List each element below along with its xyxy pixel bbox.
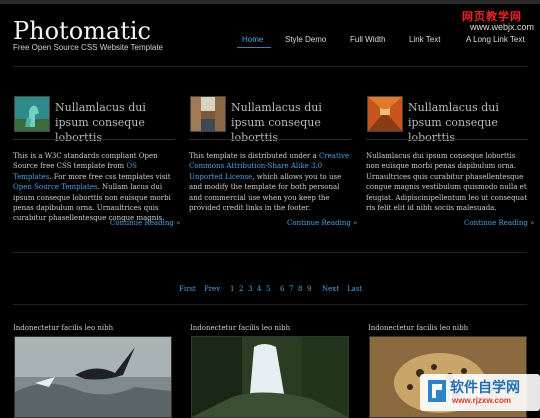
nav-item-long-link-text[interactable]: A Long Link Text: [466, 35, 525, 44]
gallery-image-waterfall[interactable]: [191, 336, 349, 418]
statue-image-icon: [15, 97, 49, 131]
open-source-templates-link[interactable]: Open Source Templates: [13, 183, 98, 191]
post-divider: [366, 139, 528, 140]
bird-photo-icon: [15, 337, 171, 417]
continue-reading-link[interactable]: Continue Reading »: [110, 219, 180, 227]
header-divider: [13, 66, 527, 67]
pagination-divider: [13, 304, 527, 305]
site-tagline: Free Open Source CSS Website Template: [13, 43, 163, 52]
waterfall-photo-icon: [192, 337, 348, 417]
gallery-caption: Indonectetur facilis leo nibh: [368, 324, 469, 332]
pagination-page-3[interactable]: 3: [248, 285, 252, 293]
post-body: Nullamlacus dui ipsum conseque loborttis…: [366, 152, 528, 213]
pagination-page-4[interactable]: 4: [257, 285, 261, 293]
pagination-page-8[interactable]: 8: [298, 285, 302, 293]
watermark-bottom-url: www.rjzxw.com: [452, 396, 511, 405]
post-divider: [13, 139, 175, 140]
post-divider: [189, 139, 351, 140]
corridor-image-icon: [368, 97, 402, 131]
watermark-top-url: www.webjx.com: [470, 22, 535, 32]
pagination-page-9[interactable]: 9: [307, 285, 311, 293]
pagination-last[interactable]: Last: [347, 285, 362, 293]
post-thumbnail-statue[interactable]: [14, 96, 50, 132]
canal-image-icon: [191, 97, 225, 131]
continue-reading-link[interactable]: Continue Reading »: [287, 219, 357, 227]
continue-reading-link[interactable]: Continue Reading »: [464, 219, 534, 227]
pagination-prev[interactable]: Prev: [204, 285, 220, 293]
pagination-page-5[interactable]: 5: [266, 285, 270, 293]
gallery-image-bird[interactable]: [14, 336, 172, 418]
site-title[interactable]: Photomatic: [13, 17, 151, 45]
post-body: This is a W3C standards compliant Open S…: [13, 151, 175, 224]
nav-item-home[interactable]: Home: [242, 35, 263, 44]
content-divider: [13, 252, 527, 253]
post-body-text: This template is distributed under a: [189, 152, 319, 160]
post-thumbnail-corridor[interactable]: [367, 96, 403, 132]
watermark-top: 网页教学网 www.webjx.com: [462, 8, 540, 34]
gallery-caption: Indonectetur facilis leo nibh: [190, 324, 291, 332]
pagination-first[interactable]: First: [179, 285, 196, 293]
post-body-text: . For more free css templates visit: [49, 172, 171, 181]
pagination-page-7[interactable]: 7: [289, 285, 293, 293]
pagination-page-2[interactable]: 2: [239, 285, 243, 293]
post-body: This template is distributed under a Cre…: [189, 151, 351, 213]
gallery-caption: Indonectetur facilis leo nibh: [13, 324, 114, 332]
pagination-next[interactable]: Next: [322, 285, 339, 293]
top-border: [0, 0, 540, 4]
pagination-page-1[interactable]: 1: [230, 285, 234, 293]
pagination-page-6[interactable]: 6: [280, 285, 284, 293]
watermark-bottom: 软件自学网 www.rjzxw.com: [420, 372, 540, 411]
post-thumbnail-canal[interactable]: [190, 96, 226, 132]
watermark-bottom-brand: 软件自学网: [450, 379, 520, 395]
nav-item-link-text[interactable]: Link Text: [409, 35, 440, 44]
nav-active-indicator: [237, 47, 271, 48]
nav-item-full-width[interactable]: Full Width: [350, 35, 386, 44]
nav-item-style-demo[interactable]: Style Demo: [285, 35, 326, 44]
